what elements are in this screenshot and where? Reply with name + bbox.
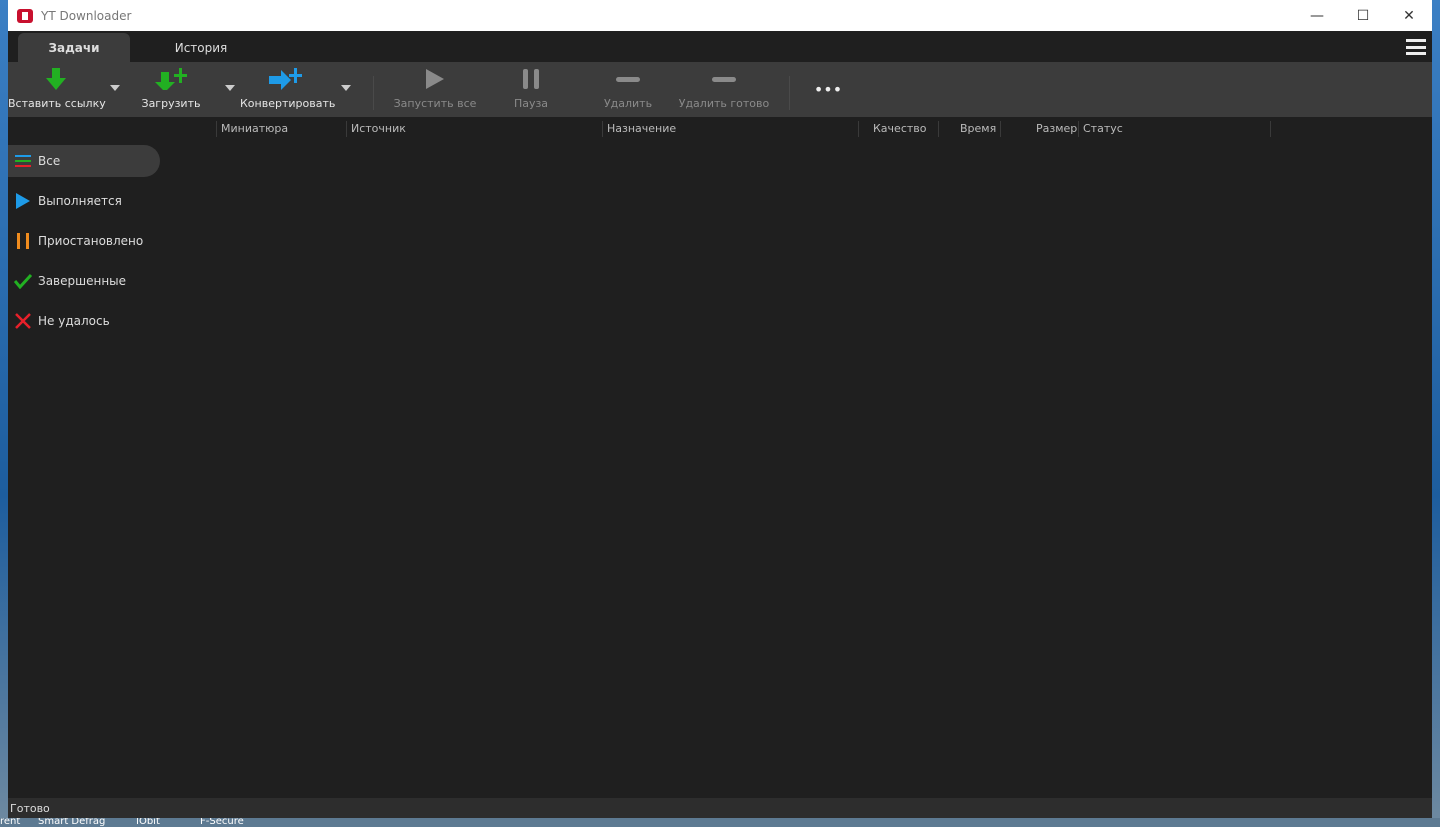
column-size[interactable]: Размер: [1036, 122, 1077, 135]
convert-button[interactable]: Конвертировать: [240, 62, 336, 117]
paste-link-button[interactable]: Вставить ссылку: [8, 62, 106, 117]
sidebar-item-label: Все: [38, 154, 61, 168]
sidebar-item-all[interactable]: Все: [8, 145, 160, 177]
delete-done-button[interactable]: Удалить готово: [678, 62, 770, 117]
more-options-button[interactable]: •••: [808, 62, 848, 117]
convert-arrow-icon: [269, 68, 302, 90]
column-quality[interactable]: Качество: [873, 122, 927, 135]
sidebar-item-label: Завершенные: [38, 274, 127, 288]
status-bar: Готово: [8, 798, 1432, 818]
x-icon: [8, 313, 38, 329]
sidebar-item-label: Выполняется: [38, 194, 122, 208]
convert-label: Конвертировать: [240, 97, 336, 110]
delete-button[interactable]: Удалить: [598, 62, 658, 117]
check-icon: [8, 273, 38, 289]
toolbar-divider: [373, 76, 374, 110]
sidebar-item-label: Не удалось: [38, 314, 110, 328]
sidebar-item-running[interactable]: Выполняется: [8, 185, 160, 217]
sidebar-item-completed[interactable]: Завершенные: [8, 265, 160, 297]
toolbar-divider: [789, 76, 790, 110]
delete-label: Удалить: [603, 97, 653, 110]
desktop-label: rent: [0, 818, 21, 827]
pause-label: Пауза: [513, 97, 549, 110]
paste-link-label: Вставить ссылку: [8, 97, 106, 110]
window-title: YT Downloader: [41, 8, 132, 23]
pause-icon: [8, 233, 38, 249]
tab-history[interactable]: История: [145, 33, 257, 62]
sidebar-item-failed[interactable]: Не удалось: [8, 305, 160, 337]
tab-tasks[interactable]: Задачи: [18, 33, 130, 62]
paste-link-dropdown-icon[interactable]: [110, 85, 120, 91]
column-status[interactable]: Статус: [1083, 122, 1123, 135]
sidebar-filters: Все Выполняется Приостановлено Завершенн…: [8, 140, 160, 337]
download-add-icon: [155, 68, 187, 90]
minus-icon: [712, 77, 736, 82]
app-logo-icon: [17, 8, 33, 23]
list-icon: [8, 155, 38, 167]
download-dropdown-icon[interactable]: [225, 85, 235, 91]
hamburger-menu-icon[interactable]: [1406, 39, 1426, 55]
title-bar: YT Downloader — ☐ ✕: [8, 0, 1432, 31]
column-source[interactable]: Источник: [351, 122, 406, 135]
column-destination[interactable]: Назначение: [607, 122, 676, 135]
sidebar-item-paused[interactable]: Приостановлено: [8, 225, 160, 257]
download-arrow-icon: [46, 68, 66, 90]
play-icon: [8, 193, 38, 209]
desktop-label: F-Secure: [200, 818, 244, 827]
pause-icon: [523, 69, 539, 89]
start-all-label: Запустить все: [393, 97, 477, 110]
start-all-button[interactable]: Запустить все: [392, 62, 478, 117]
delete-done-label: Удалить готово: [678, 97, 770, 110]
desktop-icon-labels: rent Smart Defrag IObit F-Secure: [0, 818, 1440, 827]
toolbar: Вставить ссылку Загрузить Конвертировать…: [8, 62, 1432, 117]
minus-icon: [616, 77, 640, 82]
play-icon: [426, 69, 444, 89]
pause-button[interactable]: Пауза: [501, 62, 561, 117]
sidebar-item-label: Приостановлено: [38, 234, 144, 248]
download-button[interactable]: Загрузить: [134, 62, 208, 117]
convert-dropdown-icon[interactable]: [341, 85, 351, 91]
close-button[interactable]: ✕: [1386, 0, 1432, 31]
desktop-label: Smart Defrag: [38, 818, 106, 827]
download-label: Загрузить: [141, 97, 201, 110]
column-thumbnail[interactable]: Миниатюра: [221, 122, 288, 135]
table-header: Миниатюра Источник Назначение Качество В…: [8, 117, 1432, 140]
minimize-button[interactable]: —: [1294, 0, 1340, 31]
tab-bar: Задачи История: [8, 31, 1432, 62]
column-time[interactable]: Время: [960, 122, 996, 135]
maximize-button[interactable]: ☐: [1340, 0, 1386, 31]
app-window: YT Downloader — ☐ ✕ Задачи История Встав…: [8, 0, 1432, 818]
desktop-label: IObit: [136, 818, 160, 827]
